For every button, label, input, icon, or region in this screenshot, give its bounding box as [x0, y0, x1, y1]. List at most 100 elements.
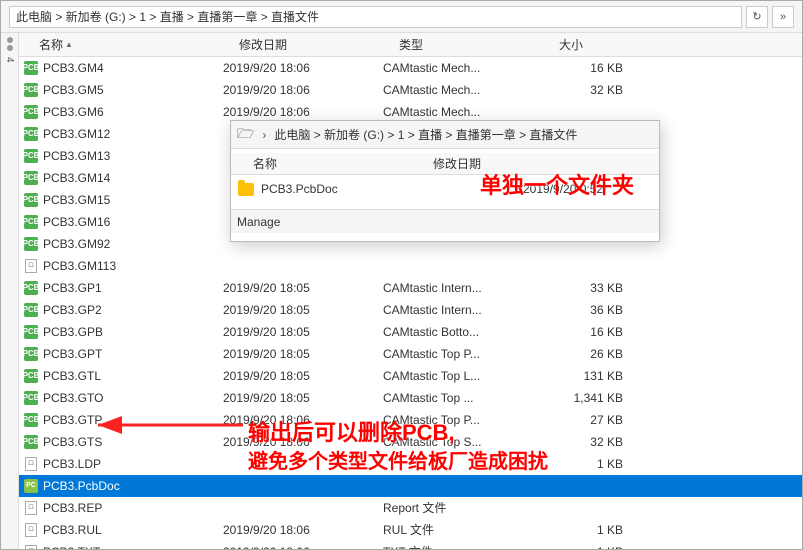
manage-label[interactable]: Manage: [237, 215, 280, 229]
pcb-icon: PCB: [24, 193, 38, 207]
file-icon: PCB: [23, 236, 39, 252]
file-name: PCB3.GTP: [43, 413, 223, 427]
file-date: 2019/9/20 18:05: [223, 369, 383, 383]
file-date: 2019/9/20 18:06: [223, 105, 383, 119]
table-row[interactable]: PCB PCB3.GM4 2019/9/20 18:06 CAMtastic M…: [19, 57, 802, 79]
refresh-button[interactable]: ↻: [746, 6, 768, 28]
file-icon: PCB: [23, 390, 39, 406]
file-icon: □: [23, 258, 39, 274]
address-bar: 此电脑 > 新加卷 (G:) > 1 > 直播 > 直播第一章 > 直播文件 ↻…: [1, 1, 802, 33]
file-icon: PCB: [23, 148, 39, 164]
table-row[interactable]: PCB PCB3.GPT 2019/9/20 18:05 CAMtastic T…: [19, 343, 802, 365]
pcb-icon: PCB: [24, 237, 38, 251]
pcb-icon: PCB: [24, 413, 38, 427]
file-name: PCB3.RUL: [43, 523, 223, 537]
table-row[interactable]: PC PCB3.PcbDoc: [19, 475, 802, 497]
table-row[interactable]: □ PCB3.TXT 2019/9/20 18:06 TXT 文件 1 KB: [19, 541, 802, 549]
annotation-delete-pcb: 输出后可以删除PCB,: [248, 415, 455, 447]
address-path: 此电脑 > 新加卷 (G:) > 1 > 直播 > 直播第一章 > 直播文件: [9, 6, 742, 28]
file-icon: PCB: [23, 324, 39, 340]
file-type: CAMtastic Intern...: [383, 303, 543, 317]
doc-icon: □: [25, 523, 37, 537]
file-size: 1 KB: [543, 545, 623, 550]
annotation-avoid-confusion: 避免多个类型文件给板厂造成困扰: [248, 445, 548, 474]
pcb-icon: PCB: [24, 149, 38, 163]
file-type: CAMtastic Top ...: [383, 391, 543, 405]
table-row[interactable]: □ PCB3.REP Report 文件: [19, 497, 802, 519]
pcb-icon: PCB: [24, 391, 38, 405]
file-date: 2019/9/20 18:05: [223, 347, 383, 361]
table-row[interactable]: PCB PCB3.GP2 2019/9/20 18:05 CAMtastic I…: [19, 299, 802, 321]
file-type: CAMtastic Botto...: [383, 325, 543, 339]
file-size: 16 KB: [543, 61, 623, 75]
file-type: CAMtastic Top L...: [383, 369, 543, 383]
file-size: 1 KB: [543, 457, 623, 471]
file-size: 1,341 KB: [543, 391, 623, 405]
col-header-size[interactable]: 大小: [559, 36, 639, 53]
file-name: PCB3.GM92: [43, 237, 223, 251]
popup-col-header-name[interactable]: 名称: [253, 155, 433, 172]
popup-path: 此电脑 > 新加卷 (G:) > 1 > 直播 > 直播第一章 > 直播文件: [274, 126, 577, 143]
path-text: 此电脑 > 新加卷 (G:) > 1 > 直播 > 直播第一章 > 直播文件: [16, 8, 319, 25]
table-row[interactable]: PCB PCB3.GTO 2019/9/20 18:05 CAMtastic T…: [19, 387, 802, 409]
table-row[interactable]: PCB PCB3.GTL 2019/9/20 18:05 CAMtastic T…: [19, 365, 802, 387]
col-header-name[interactable]: 名称 ▲: [39, 36, 239, 53]
pcb-icon: PCB: [24, 171, 38, 185]
file-name: PCB3.GM6: [43, 105, 223, 119]
file-icon: □: [23, 522, 39, 538]
file-icon: PC: [23, 478, 39, 494]
file-size: 32 KB: [543, 435, 623, 449]
pcb-icon: PCB: [24, 435, 38, 449]
file-name: PCB3.GTL: [43, 369, 223, 383]
sidebar-label: 4: [4, 57, 15, 63]
file-name: PCB3.GM12: [43, 127, 223, 141]
file-type: Report 文件: [383, 499, 543, 516]
file-name: PCB3.GPB: [43, 325, 223, 339]
table-row[interactable]: □ PCB3.GM113: [19, 255, 802, 277]
col-header-date[interactable]: 修改日期: [239, 36, 399, 53]
table-row[interactable]: PCB PCB3.GPB 2019/9/20 18:05 CAMtastic B…: [19, 321, 802, 343]
pcb-icon: PCB: [24, 303, 38, 317]
table-row[interactable]: □ PCB3.RUL 2019/9/20 18:06 RUL 文件 1 KB: [19, 519, 802, 541]
file-icon: □: [23, 544, 39, 550]
pcb-icon: PCB: [24, 105, 38, 119]
file-name: PCB3.GM16: [43, 215, 223, 229]
file-type: CAMtastic Mech...: [383, 105, 543, 119]
file-icon: PCB: [23, 104, 39, 120]
table-row[interactable]: PCB PCB3.GP1 2019/9/20 18:05 CAMtastic I…: [19, 277, 802, 299]
file-icon: □: [23, 456, 39, 472]
sidebar-indicator: [7, 45, 13, 51]
popup-address-bar: 🗁 › 此电脑 > 新加卷 (G:) > 1 > 直播 > 直播第一章 > 直播…: [231, 121, 659, 149]
table-row[interactable]: PCB PCB3.GM5 2019/9/20 18:06 CAMtastic M…: [19, 79, 802, 101]
file-icon: PCB: [23, 82, 39, 98]
file-icon: PCB: [23, 280, 39, 296]
file-icon: PCB: [23, 434, 39, 450]
file-date: 2019/9/20 18:06: [223, 83, 383, 97]
file-size: 27 KB: [543, 413, 623, 427]
file-icon: PCB: [23, 346, 39, 362]
file-size: 26 KB: [543, 347, 623, 361]
file-date: 2019/9/20 18:06: [223, 523, 383, 537]
file-type: CAMtastic Mech...: [383, 83, 543, 97]
file-name: PCB3.GTS: [43, 435, 223, 449]
file-date: 2019/9/20 18:05: [223, 325, 383, 339]
folder-icon: [238, 183, 254, 196]
file-size: 16 KB: [543, 325, 623, 339]
file-icon: PCB: [23, 126, 39, 142]
file-name: PCB3.GP1: [43, 281, 223, 295]
file-date: 2019/9/20 18:05: [223, 303, 383, 317]
col-header-type[interactable]: 类型: [399, 36, 559, 53]
file-date: 2019/9/20 18:05: [223, 391, 383, 405]
file-icon: PCB: [23, 170, 39, 186]
file-icon: PCB: [23, 60, 39, 76]
file-icon: PCB: [23, 368, 39, 384]
file-type: CAMtastic Mech...: [383, 61, 543, 75]
doc-icon: □: [25, 501, 37, 515]
file-name: PCB3.GM4: [43, 61, 223, 75]
file-type: CAMtastic Top P...: [383, 347, 543, 361]
nav-button[interactable]: »: [772, 6, 794, 28]
popup-manage-bar: Manage: [231, 209, 659, 233]
sort-icon: ▲: [65, 40, 73, 49]
file-size: 33 KB: [543, 281, 623, 295]
file-type: TXT 文件: [383, 543, 543, 549]
